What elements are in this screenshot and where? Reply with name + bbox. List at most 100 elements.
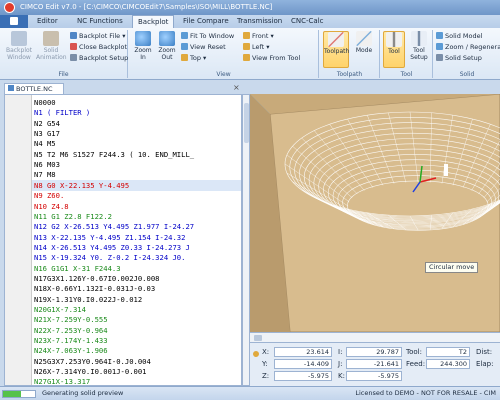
- zoom-out-icon: [159, 31, 175, 46]
- backplot-file-icon: [70, 32, 77, 39]
- backplot-window-button[interactable]: Backplot Window: [4, 31, 34, 61]
- tab-editor[interactable]: Editor: [32, 15, 63, 28]
- j-label: J:: [338, 360, 343, 368]
- tab-nc-functions[interactable]: NC Functions: [72, 15, 128, 28]
- solid-group: Solid Model Zoom / Regenerate Solid Setu…: [434, 30, 500, 78]
- backplot-window-icon: [11, 31, 27, 46]
- j-value: -21.641: [346, 359, 402, 369]
- view-reset-button[interactable]: View Reset: [181, 43, 226, 52]
- toolpath-group-label: Toolpath: [336, 71, 363, 78]
- tab-transmission[interactable]: Transmission: [232, 15, 287, 28]
- ribbon-tabs: Editor NC Functions Backplot File Compar…: [0, 15, 500, 28]
- zoom-in-icon: [135, 31, 151, 46]
- tool-marker: [444, 164, 448, 176]
- backplot-scene: [250, 94, 500, 332]
- scroll-thumb-horizontal[interactable]: [254, 335, 262, 341]
- solid-animation-icon: [43, 31, 59, 46]
- window-title: CIMCO Edit v7.0 - [C:\CIMCO\CIMCOEdit7\S…: [20, 3, 273, 11]
- tab-cnc-calc[interactable]: CNC-Calc: [286, 15, 329, 28]
- zoom-in-button[interactable]: Zoom In: [132, 31, 154, 61]
- view-group-label: View: [216, 71, 231, 78]
- left-view-icon: [243, 43, 250, 50]
- tool-button[interactable]: Tool: [383, 31, 405, 68]
- left-view-button[interactable]: Left ▾: [243, 43, 270, 52]
- x-value: 23.614: [274, 347, 332, 357]
- zoom-out-button[interactable]: Zoom Out: [156, 31, 178, 61]
- zoom-regenerate-icon: [436, 43, 443, 50]
- editor-vertical-scrollbar[interactable]: [242, 94, 250, 386]
- view-group: Zoom In Zoom Out Fit To Window View Rese…: [129, 30, 319, 78]
- k-value: -5.975: [346, 371, 402, 381]
- ribbon-toolbar: Backplot Window Solid Animation Backplot…: [0, 28, 500, 80]
- feed-label: Feed:: [406, 360, 426, 368]
- tool-label: Tool:: [406, 348, 422, 356]
- feed-value: 244.300: [426, 359, 470, 369]
- mode-icon: [356, 31, 372, 46]
- tool-value: T2: [426, 347, 470, 357]
- scroll-thumb[interactable]: [244, 103, 249, 143]
- top-view-icon: [181, 54, 188, 61]
- zoom-regenerate-button[interactable]: Zoom / Regenerate: [436, 43, 500, 52]
- viewport-horizontal-scrollbar[interactable]: [250, 332, 500, 342]
- cursor-position-icon: [253, 351, 259, 357]
- i-value: 29.787: [346, 347, 402, 357]
- toolpath-icon: [328, 32, 344, 47]
- progress-bar: [2, 390, 36, 398]
- x-label: X:: [262, 348, 270, 356]
- dist-label: Dist:: [476, 348, 493, 356]
- y-value: -14.409: [274, 359, 332, 369]
- close-backplot-icon: [70, 43, 77, 50]
- status-message: Generating solid preview: [42, 389, 124, 397]
- view-from-tool-button[interactable]: View From Tool: [243, 54, 300, 63]
- z-label: Z:: [262, 372, 270, 380]
- title-bar: CIMCO Edit v7.0 - [C:\CIMCO\CIMCOEdit7\S…: [0, 0, 500, 15]
- tool-setup-button[interactable]: Tool Setup: [407, 31, 431, 61]
- view-reset-icon: [181, 43, 188, 50]
- tool-group-label: Tool: [400, 71, 413, 78]
- view-from-tool-icon: [243, 54, 250, 61]
- top-view-button[interactable]: Top ▾: [181, 54, 206, 63]
- tooltip: Circular move: [425, 262, 479, 273]
- front-view-button[interactable]: Front ▾: [243, 32, 274, 41]
- app-logo-icon[interactable]: [4, 2, 15, 13]
- nc-code-editor[interactable]: N0000 N1 ( FILTER ) N2 G54 N3 G17 N4 M5 N5 T2…: [4, 94, 242, 386]
- tab-backplot[interactable]: Backplot: [132, 15, 175, 28]
- file-group-label: File: [58, 71, 69, 78]
- backplot-file-button[interactable]: Backplot File ▾: [70, 32, 126, 41]
- front-view-icon: [243, 32, 250, 39]
- close-backplot-button[interactable]: Close Backplot: [70, 43, 127, 52]
- y-label: Y:: [262, 360, 268, 368]
- solid-setup-icon: [436, 54, 443, 61]
- solid-model-icon: [436, 32, 443, 39]
- editor-gutter: [5, 95, 32, 385]
- tab-file-compare[interactable]: File Compare: [178, 15, 234, 28]
- progress-fill: [3, 391, 21, 397]
- file-group: Backplot Window Solid Animation Backplot…: [0, 30, 128, 78]
- nc-file-icon: [8, 85, 14, 91]
- solid-animation-button[interactable]: Solid Animation: [36, 31, 67, 61]
- z-value: -5.975: [274, 371, 332, 381]
- file-menu-button[interactable]: [0, 15, 28, 28]
- i-label: I:: [338, 348, 343, 356]
- document-tab[interactable]: BOTTLE.NC: [4, 83, 64, 94]
- tool-group: Tool Tool Setup Tool: [381, 30, 433, 78]
- toolpath-group: Toolpath Mode Toolpath: [320, 30, 380, 78]
- solid-model-button[interactable]: Solid Model: [436, 32, 482, 41]
- file-menu-icon: [10, 17, 18, 25]
- status-bar: Generating solid preview Licensed to DEM…: [0, 386, 500, 400]
- backplot-setup-icon: [70, 54, 77, 61]
- license-text: Licensed to DEMO - NOT FOR RESALE - CIM: [355, 389, 496, 397]
- position-readout-panel: X: 23.614 Y: -14.409 Z: -5.975 I: 29.787…: [250, 342, 500, 386]
- fit-to-window-icon: [181, 32, 188, 39]
- tool-setup-icon: [411, 31, 427, 46]
- backplot-setup-button[interactable]: Backplot Setup: [70, 54, 128, 63]
- fit-to-window-button[interactable]: Fit To Window: [181, 32, 234, 41]
- backplot-3d-viewport[interactable]: [250, 94, 500, 332]
- elap-label: Elap:: [476, 360, 494, 368]
- close-document-icon[interactable]: ×: [233, 83, 240, 92]
- solid-setup-button[interactable]: Solid Setup: [436, 54, 482, 63]
- toolpath-button[interactable]: Toolpath: [323, 31, 349, 68]
- mode-button[interactable]: Mode: [351, 31, 377, 54]
- tool-icon: [386, 32, 402, 47]
- code-line[interactable]: N27G1X-13.317: [34, 376, 90, 385]
